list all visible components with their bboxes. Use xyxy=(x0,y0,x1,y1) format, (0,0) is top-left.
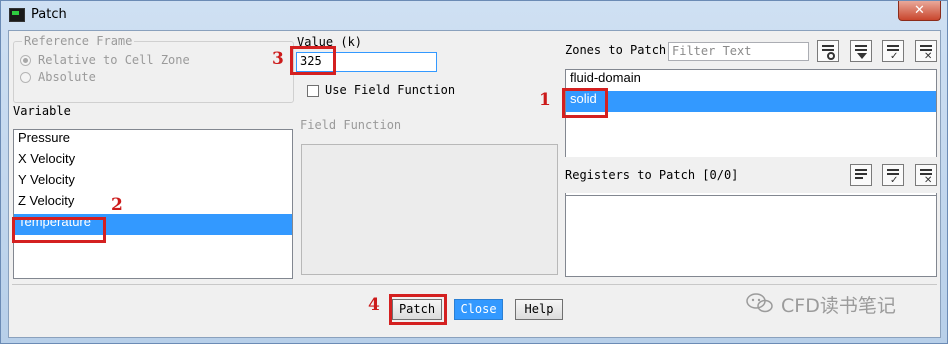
help-button[interactable]: Help xyxy=(515,299,563,320)
select-all-registers-icon[interactable] xyxy=(850,164,872,186)
list-item-x-velocity[interactable]: X Velocity xyxy=(14,151,292,172)
window-title: Patch xyxy=(31,7,67,22)
annotation-box-value xyxy=(290,46,336,75)
clear-registers-icon[interactable]: ✕ xyxy=(915,164,937,186)
radio-relative-label: Relative to Cell Zone xyxy=(38,53,190,67)
registers-list[interactable] xyxy=(565,195,937,277)
patch-dialog-window: Patch ✕ Reference Frame Relative to Cell… xyxy=(0,0,948,344)
check-all-registers-icon[interactable]: ✓ xyxy=(882,164,904,186)
list-item-y-velocity[interactable]: Y Velocity xyxy=(14,172,292,193)
separator xyxy=(12,284,937,285)
annotation-number-1: 1 xyxy=(539,90,551,110)
select-all-zones-icon[interactable] xyxy=(817,40,839,62)
list-item-fluid-domain[interactable]: fluid-domain xyxy=(566,70,936,91)
annotation-box-temperature xyxy=(12,217,106,243)
watermark-text: CFD读书笔记 xyxy=(781,295,896,317)
app-icon xyxy=(9,8,25,22)
check-all-zones-icon[interactable]: ✓ xyxy=(882,40,904,62)
registers-to-patch-label: Registers to Patch [0/0] xyxy=(565,168,739,182)
window-close-button[interactable]: ✕ xyxy=(898,1,941,21)
list-item-solid[interactable]: solid xyxy=(566,91,936,112)
list-item-z-velocity[interactable]: Z Velocity xyxy=(14,193,292,214)
use-field-function-checkbox[interactable] xyxy=(307,85,319,97)
radio-absolute[interactable] xyxy=(20,72,31,83)
zones-to-patch-label: Zones to Patch xyxy=(565,43,667,57)
clear-zones-icon[interactable]: ✕ xyxy=(915,40,937,62)
wechat-icon xyxy=(746,293,773,313)
annotation-number-2: 2 xyxy=(111,195,123,215)
use-field-function-label: Use Field Function xyxy=(325,83,456,97)
variable-list[interactable]: Pressure X Velocity Y Velocity Z Velocit… xyxy=(13,129,293,279)
radio-absolute-label: Absolute xyxy=(38,70,96,84)
variable-label: Variable xyxy=(13,104,71,118)
field-function-box xyxy=(301,144,558,275)
annotation-number-4: 4 xyxy=(368,295,380,315)
annotation-box-patch xyxy=(389,294,447,325)
zones-filter-input[interactable]: Filter Text xyxy=(668,42,809,61)
annotation-number-3: 3 xyxy=(272,49,284,69)
radio-relative-to-cell-zone[interactable] xyxy=(20,55,31,66)
dropdown-zones-icon[interactable] xyxy=(850,40,872,62)
reference-frame-label: Reference Frame xyxy=(22,34,135,48)
title-bar[interactable]: Patch ✕ xyxy=(1,1,947,30)
list-item-pressure[interactable]: Pressure xyxy=(14,130,292,151)
field-function-label: Field Function xyxy=(300,118,402,132)
annotation-box-solid xyxy=(562,88,608,118)
close-button[interactable]: Close xyxy=(454,299,503,320)
